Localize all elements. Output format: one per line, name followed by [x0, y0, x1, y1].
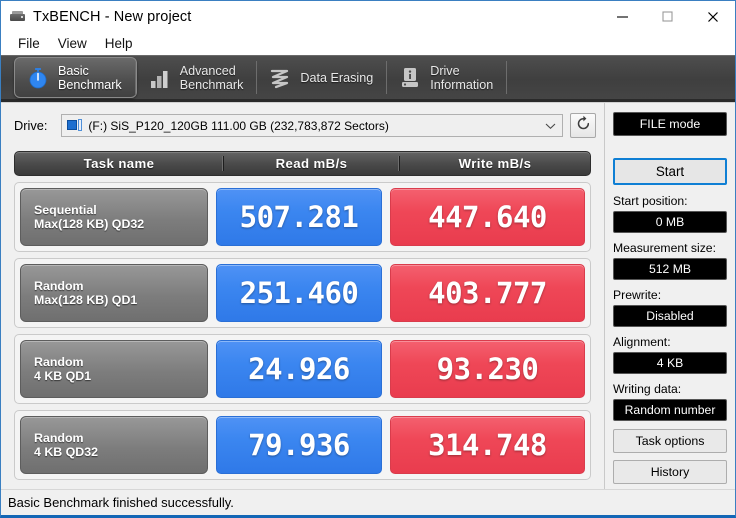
menu-item-help[interactable]: Help	[96, 34, 142, 53]
write-value-cell: 447.640	[390, 188, 585, 246]
write-value-cell: 403.777	[390, 264, 585, 322]
task-name-cell: Random Max(128 KB) QD1	[20, 264, 208, 322]
bar-chart-icon	[147, 65, 173, 91]
benchmark-table: Task name Read mB/s Write mB/s Sequentia…	[1, 151, 604, 480]
window-controls	[600, 1, 735, 32]
minimize-button[interactable]	[600, 1, 645, 32]
measurement-size-label: Measurement size:	[613, 241, 716, 255]
task-name-cell: Random 4 KB QD1	[20, 340, 208, 398]
tab-data-erasing[interactable]: Data Erasing	[257, 57, 388, 98]
close-button[interactable]	[690, 1, 735, 32]
chevron-down-icon	[542, 122, 558, 130]
tab-advanced-benchmark-label: Advanced Benchmark	[179, 63, 244, 92]
tab-basic-benchmark[interactable]: Basic Benchmark	[14, 57, 137, 98]
tab-drive-information[interactable]: Drive Information	[387, 57, 508, 98]
app-drive-icon	[10, 9, 26, 25]
read-value-cell: 507.281	[216, 188, 382, 246]
menu-item-file[interactable]: File	[9, 34, 49, 53]
tab-divider	[506, 61, 508, 94]
menu-bar: File View Help	[1, 32, 735, 55]
menu-item-view[interactable]: View	[49, 34, 96, 53]
drive-label: Drive:	[14, 118, 48, 133]
task-name-cell: Random 4 KB QD32	[20, 416, 208, 474]
left-column: Drive: (F:) SiS_P120_120GB 111.00 GB (23…	[1, 103, 604, 489]
task-name-line1: Sequential	[34, 203, 97, 217]
drive-selector-row: Drive: (F:) SiS_P120_120GB 111.00 GB (23…	[1, 113, 604, 138]
tab-drive-information-label: Drive Information	[430, 63, 494, 92]
start-button[interactable]: Start	[613, 158, 727, 185]
drive-select-value: (F:) SiS_P120_120GB 111.00 GB (232,783,8…	[88, 118, 389, 133]
task-options-button[interactable]: Task options	[613, 429, 727, 453]
window-title: TxBENCH - New project	[33, 8, 192, 25]
writing-data-label: Writing data:	[613, 382, 682, 396]
maximize-button[interactable]	[645, 1, 690, 32]
prewrite-value[interactable]: Disabled	[613, 305, 727, 327]
column-header-write: Write mB/s	[399, 156, 590, 171]
write-value-cell: 93.230	[390, 340, 585, 398]
shredder-icon	[267, 65, 293, 91]
settings-sidebar: FILE mode Start Start position: 0 MB Mea…	[604, 103, 735, 489]
prewrite-label: Prewrite:	[613, 288, 662, 302]
tab-divider	[134, 62, 136, 95]
table-row[interactable]: Random Max(128 KB) QD1 251.460 403.777	[14, 258, 591, 328]
stopwatch-icon	[25, 65, 51, 91]
txbench-window: TxBENCH - New project File View Help Bas…	[0, 0, 736, 518]
refresh-drives-button[interactable]	[570, 113, 596, 138]
history-button[interactable]: History	[613, 460, 727, 484]
table-row[interactable]: Random 4 KB QD1 24.926 93.230	[14, 334, 591, 404]
task-name-line2: 4 KB QD32	[34, 445, 99, 459]
refresh-icon	[575, 115, 592, 137]
column-header-read: Read mB/s	[223, 156, 399, 171]
read-value-cell: 79.936	[216, 416, 382, 474]
column-header-task-name: Task name	[83, 156, 155, 171]
task-name-line1: Random	[34, 279, 84, 293]
task-name-line2: Max(128 KB) QD1	[34, 293, 138, 307]
table-header-row: Task name Read mB/s Write mB/s	[14, 151, 591, 176]
alignment-label: Alignment:	[613, 335, 671, 349]
write-value-cell: 314.748	[390, 416, 585, 474]
file-mode-badge[interactable]: FILE mode	[613, 112, 727, 136]
start-position-label: Start position:	[613, 194, 688, 208]
status-bar: Basic Benchmark finished successfully.	[1, 489, 735, 515]
tab-advanced-benchmark[interactable]: Advanced Benchmark	[137, 57, 258, 98]
measurement-size-value[interactable]: 512 MB	[613, 258, 727, 280]
read-value-cell: 251.460	[216, 264, 382, 322]
read-value-cell: 24.926	[216, 340, 382, 398]
tab-basic-benchmark-label: Basic Benchmark	[58, 63, 122, 92]
drive-select[interactable]: (F:) SiS_P120_120GB 111.00 GB (232,783,8…	[61, 114, 563, 137]
table-row[interactable]: Random 4 KB QD32 79.936 314.748	[14, 410, 591, 480]
main-content: Drive: (F:) SiS_P120_120GB 111.00 GB (23…	[1, 102, 735, 489]
status-message: Basic Benchmark finished successfully.	[8, 495, 234, 510]
task-name-line2: 4 KB QD1	[34, 369, 92, 383]
task-name-line1: Random	[34, 431, 84, 445]
task-name-line2: Max(128 KB) QD32	[34, 217, 145, 231]
drive-glyph-icon	[67, 119, 83, 132]
alignment-value[interactable]: 4 KB	[613, 352, 727, 374]
title-bar: TxBENCH - New project	[1, 1, 735, 32]
drive-info-icon	[397, 65, 423, 91]
tab-strip: Basic Benchmark Advanced Benchmark Data …	[1, 55, 735, 102]
tab-data-erasing-label: Data Erasing	[300, 70, 374, 85]
task-name-line1: Random	[34, 355, 84, 369]
start-position-value[interactable]: 0 MB	[613, 211, 727, 233]
table-row[interactable]: Sequential Max(128 KB) QD32 507.281 447.…	[14, 182, 591, 252]
task-name-cell: Sequential Max(128 KB) QD32	[20, 188, 208, 246]
writing-data-value[interactable]: Random number	[613, 399, 727, 421]
